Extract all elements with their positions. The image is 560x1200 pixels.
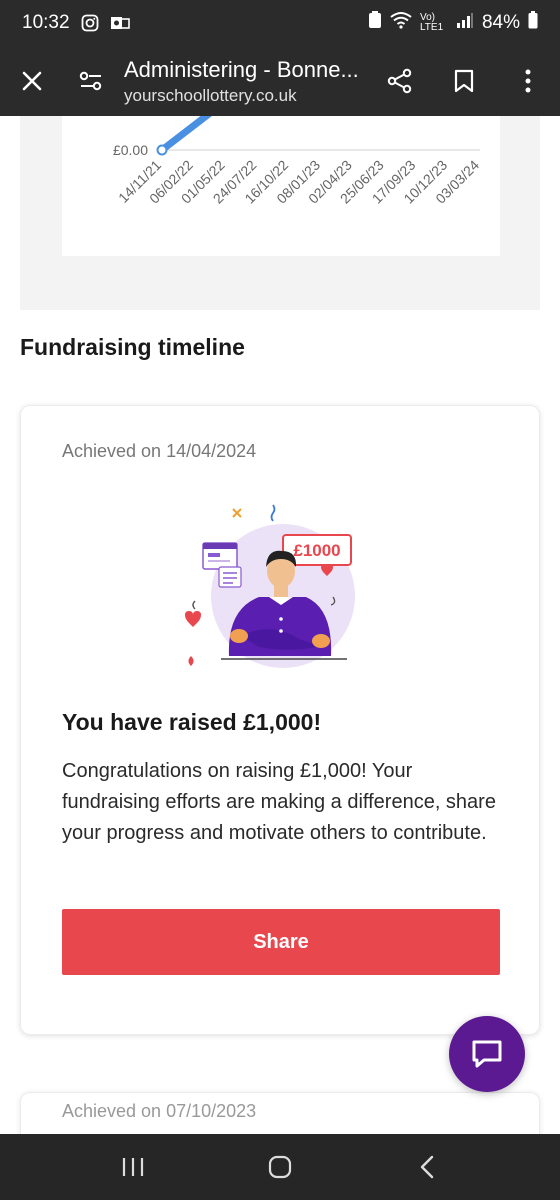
chart-card: £0.00 14/11/21 06/02/22 01/05/22 24/07/22 16/… [62,116,500,256]
instagram-icon [80,13,100,33]
share-button[interactable]: Share [62,909,500,975]
y-tick-label: £0.00 [113,142,148,158]
volte-label: Vo) LTE1 [419,12,444,33]
more-options-icon[interactable] [496,46,560,116]
next-milestone-card: Achieved on 07/10/2023 [20,1092,540,1134]
outlook-icon [110,13,130,33]
raised-chart: £0.0014/11/2106/02/2201/05/2224/07/2216/… [113,116,482,207]
chart-panel: £0.00 14/11/21 06/02/22 01/05/22 24/07/22 16/… [20,116,540,310]
back-icon[interactable] [397,1137,457,1197]
signal-icon [456,12,474,34]
section-title: Fundraising timeline [20,334,245,360]
series-line [158,116,212,154]
chat-button[interactable] [449,1016,525,1092]
recent-apps-icon[interactable] [103,1137,163,1197]
milestone-heading: You have raised £1,000! [62,709,322,735]
wifi-icon [390,11,412,35]
share-icon[interactable] [368,46,432,116]
bookmark-icon[interactable] [432,46,496,116]
data-point [156,144,168,156]
battery-percent: 84% [481,12,520,33]
clock: 10:32 [22,12,70,33]
page-title-block[interactable]: Administering - Bonne... yourschoollotte… [118,57,368,106]
page-url: yourschoollottery.co.uk [124,85,297,105]
next-achieved-date: Achieved on 07/10/2023 [62,1101,257,1121]
milestone-message: Congratulations on raising £1,000! Your … [62,760,496,844]
custom-tab-toolbar: Administering - Bonne... yourschoollotte… [0,46,560,116]
page-content: £0.00 14/11/21 06/02/22 01/05/22 24/07/22 16/… [0,116,560,1134]
site-settings-icon[interactable] [64,46,118,116]
nfc-icon [368,11,382,35]
badge-amount: £1000 [293,541,340,560]
chat-icon [472,1040,502,1068]
battery-icon [528,11,538,35]
status-bar: 10:32 Vo) LTE1 84% [0,0,560,46]
system-nav-bar [0,1134,560,1200]
celebration-illustration: £1000 [185,504,355,668]
home-icon[interactable] [250,1137,310,1197]
page-title: Administering - Bonne... [124,56,359,82]
achieved-date: Achieved on 14/04/2024 [62,441,257,461]
close-icon[interactable] [0,46,64,116]
milestone-card: Achieved on 14/04/2024 £1000 You have ra… [20,405,540,1035]
